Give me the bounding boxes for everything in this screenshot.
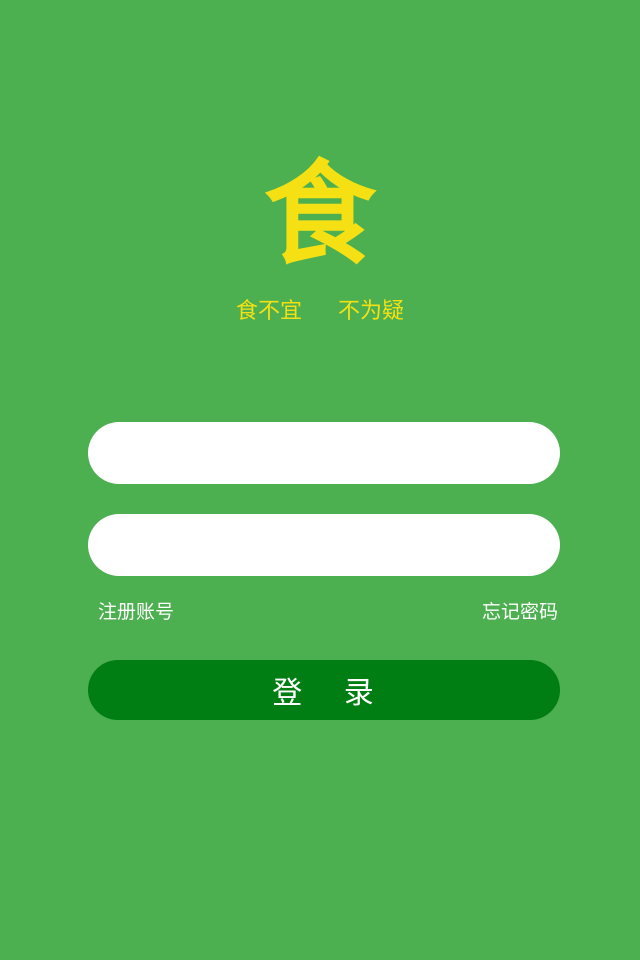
app-logo: 食 [264, 150, 376, 280]
login-button[interactable]: 登 录 [88, 660, 560, 720]
slogan-part-1: 食不宜 [235, 299, 302, 324]
password-input[interactable] [88, 514, 560, 576]
slogan: 食不宜 不为疑 [0, 296, 640, 328]
forgot-password-link[interactable]: 忘记密码 [482, 598, 558, 626]
register-link[interactable]: 注册账号 [98, 598, 174, 626]
username-input[interactable] [88, 422, 560, 484]
slogan-part-2: 不为疑 [338, 299, 405, 324]
